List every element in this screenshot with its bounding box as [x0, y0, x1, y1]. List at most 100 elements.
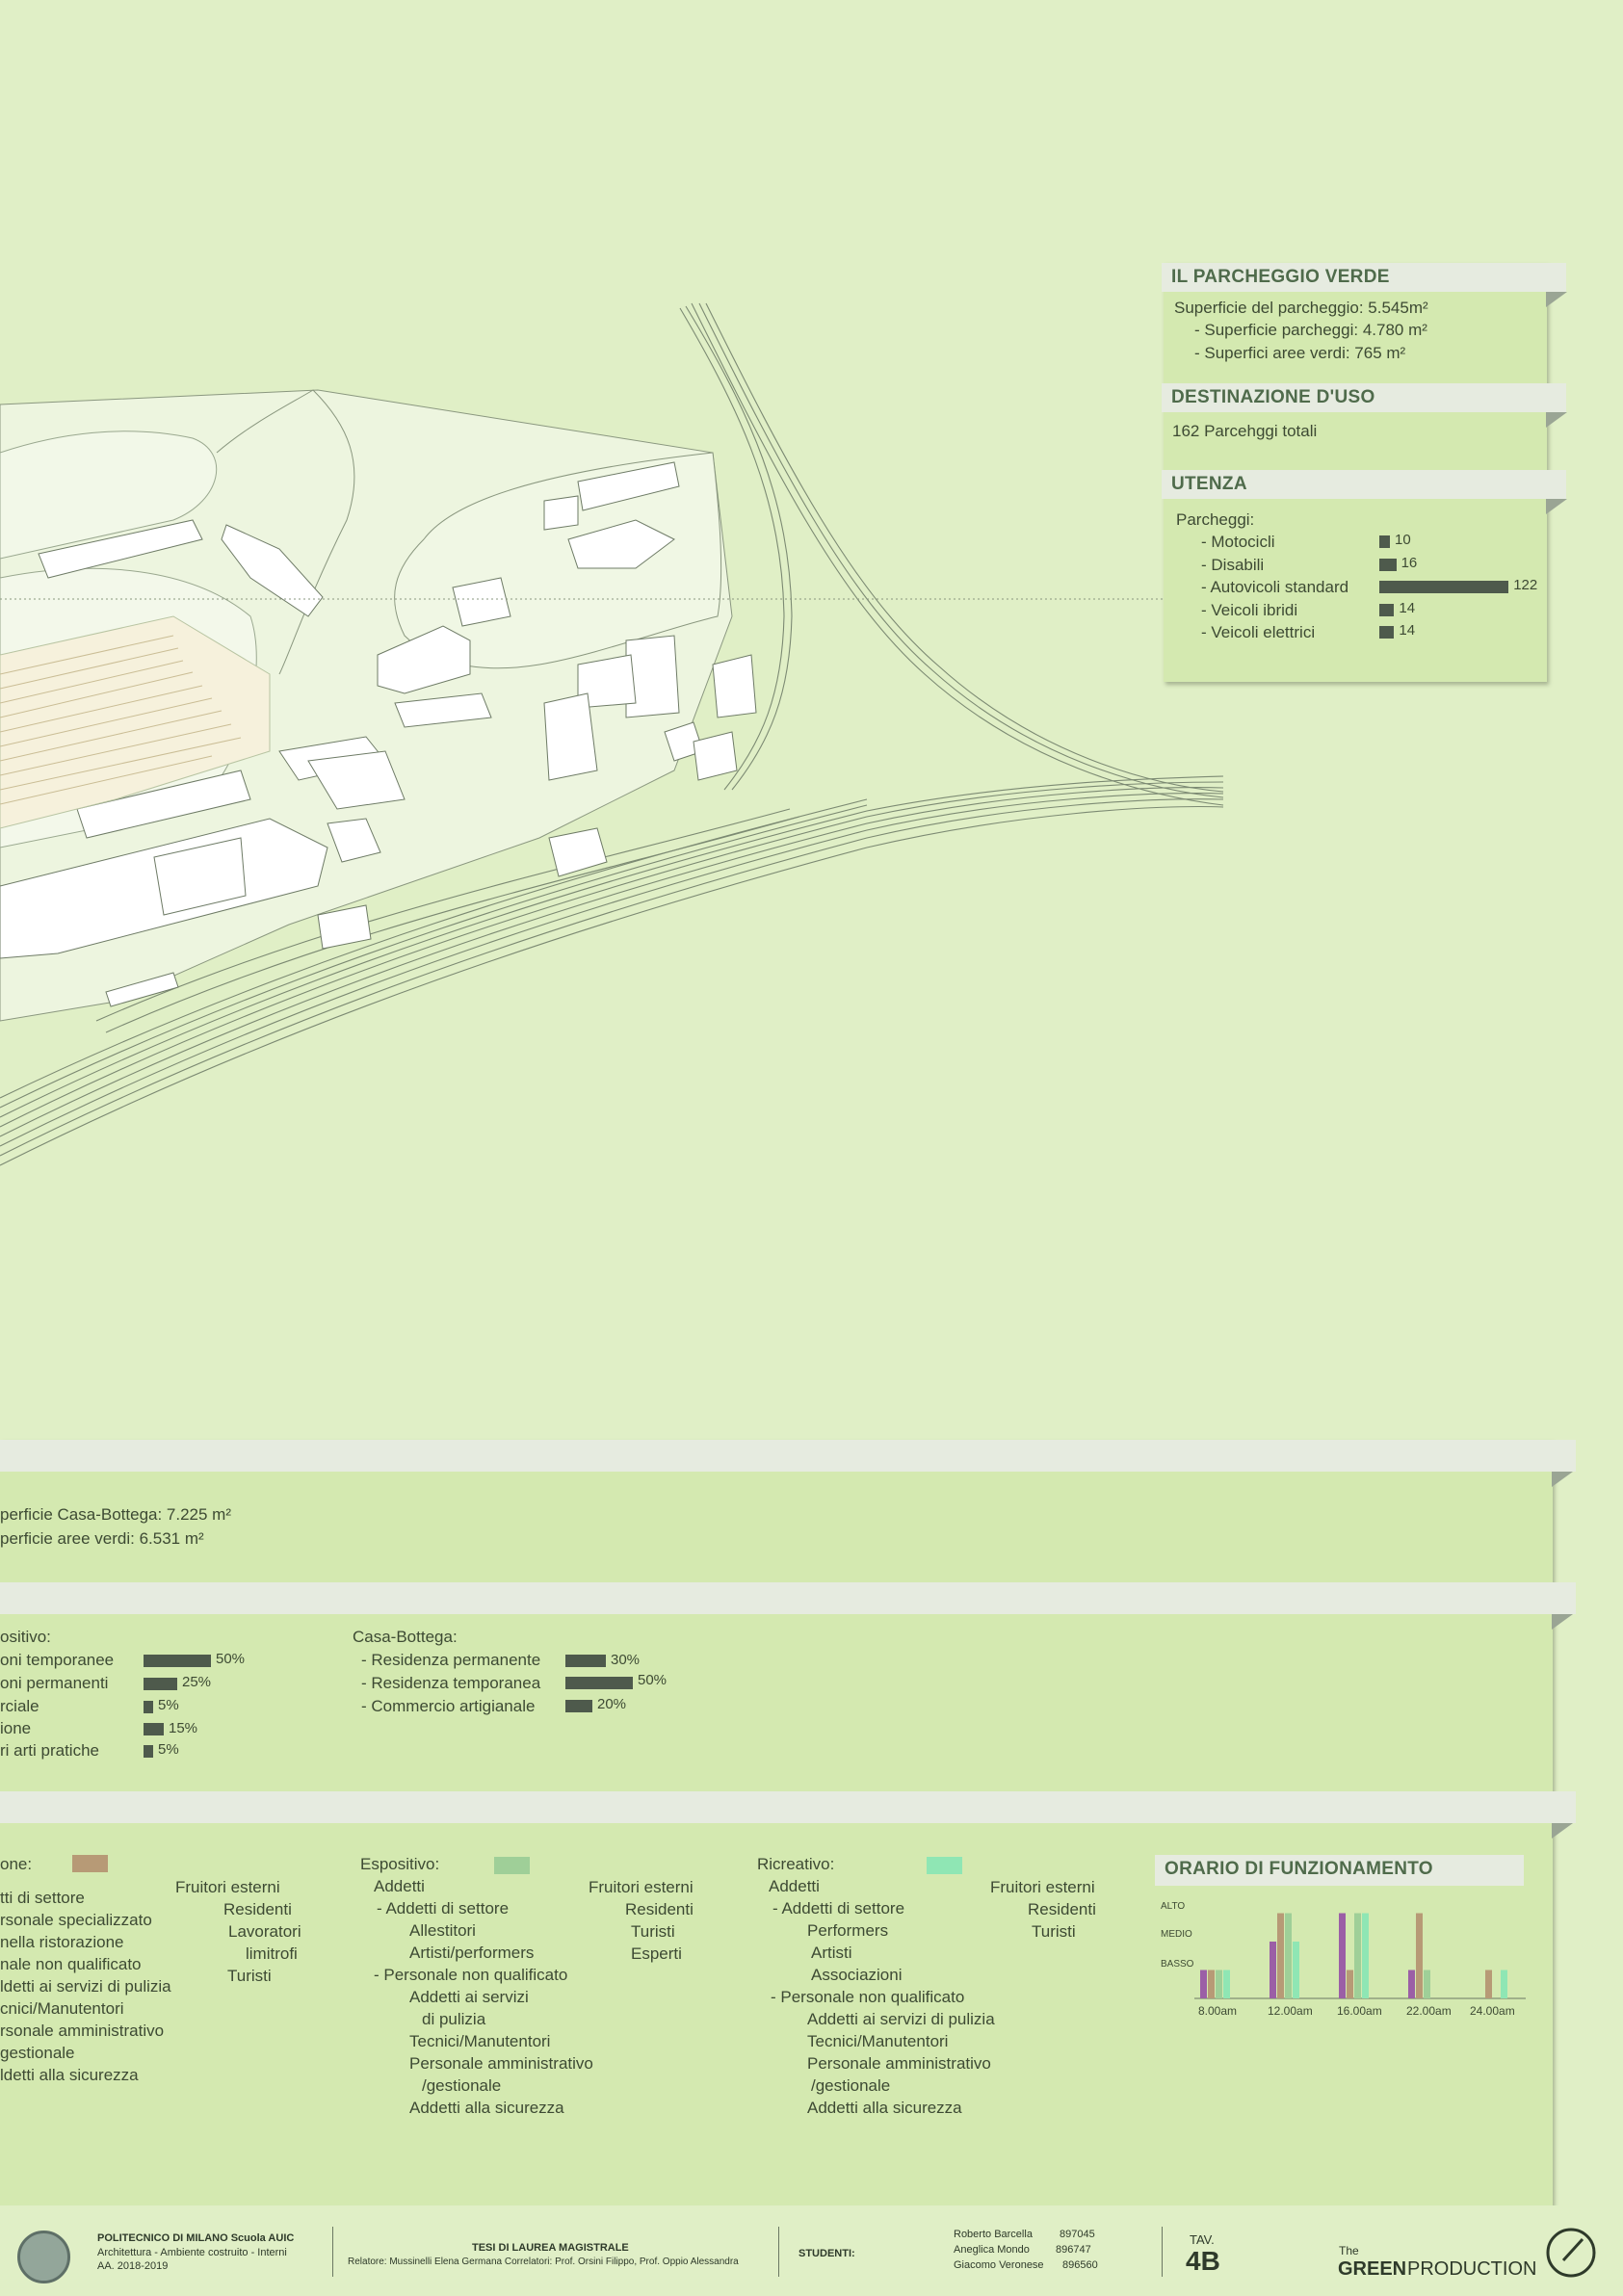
chart-bar [1347, 1970, 1353, 1998]
orario-level-alto: ALTO [1161, 1901, 1186, 1912]
cb-bar [565, 1700, 592, 1712]
utenza-bar [1379, 626, 1395, 639]
list-item: Addetti ai servizi di pulizia [807, 2010, 995, 2028]
chart-bar [1485, 1970, 1492, 1998]
utenza-value: 14 [1399, 622, 1416, 639]
orario-chart: 8.00am 12.00am 16.00am 22.00am 24.00am [1194, 1913, 1526, 2016]
chart-bar [1293, 1942, 1299, 1998]
espositivo-item-label: ione [0, 1719, 32, 1737]
list-item: Personale amministrativo [409, 2054, 593, 2073]
list-item: Residenti [1028, 1900, 1096, 1918]
casa-sup2: perficie aree verdi: 6.531 m² [0, 1529, 204, 1548]
chart-bar [1362, 1913, 1369, 1998]
destinazione-title: DESTINAZIONE D'USO [1162, 383, 1566, 412]
list-item: nale non qualificato [0, 1955, 142, 1973]
utenza-value: 10 [1395, 532, 1411, 548]
footer-uni: POLITECNICO DI MILANO Scuola AUIC [97, 2232, 295, 2244]
list-item: /gestionale [422, 2076, 502, 2095]
col1-ext: Fruitori esterni Residenti Lavoratori li… [175, 1876, 301, 1987]
list-item: Associazioni [811, 1966, 903, 1984]
header-fold-icon [1552, 1472, 1573, 1487]
col2-color-swatch [494, 1857, 530, 1874]
espositivo-value: 50% [216, 1651, 246, 1667]
brand-logo-icon [1546, 2228, 1596, 2278]
list-item: Performers [807, 1921, 889, 1940]
header-fold-icon [1552, 1823, 1573, 1839]
chart-bar [1501, 1970, 1507, 1998]
col1-title: one: [0, 1855, 33, 1873]
espositivo-bar [144, 1701, 153, 1713]
cb-value: 50% [638, 1672, 668, 1688]
chart-bar [1216, 1970, 1222, 1998]
student-id: 897045 [1060, 2229, 1095, 2240]
list-item: Addetti [374, 1877, 425, 1895]
chart-bar [1223, 1970, 1230, 1998]
footer-divider [332, 2227, 333, 2277]
brand-production: PRODUCTION [1407, 2258, 1537, 2280]
student-name: Aneglica Mondo [954, 2244, 1030, 2256]
casa-band-mid [0, 1582, 1576, 1614]
col2-title: Espositivo: [360, 1855, 440, 1873]
utenza-value: 122 [1513, 577, 1538, 593]
header-fold-icon [1546, 412, 1567, 428]
footer-divider [1162, 2227, 1163, 2277]
parcheggio-superficie: Superficie del parcheggio: 5.545m² [1174, 299, 1428, 317]
parcheggio-title: IL PARCHEGGIO VERDE [1162, 263, 1566, 292]
col3-color-swatch [927, 1857, 962, 1874]
list-item: rsonale specializzato [0, 1911, 152, 1929]
list-item: - Personale non qualificato [374, 1966, 568, 1984]
list-item: Residenti [625, 1900, 694, 1918]
chart-bar [1408, 1970, 1415, 1998]
list-item: Residenti [223, 1900, 292, 1918]
list-item: limitrofi [246, 1944, 298, 1963]
list-item: rsonale amministrativo [0, 2022, 165, 2040]
list-item: cnici/Manutentori [0, 1999, 124, 2018]
utenza-item-label: - Autovicoli standard [1201, 578, 1349, 596]
list-item: - Addetti di settore [377, 1899, 510, 1918]
espositivo-label: ositivo: [0, 1628, 51, 1646]
list-item: - Addetti di settore [772, 1899, 905, 1918]
orario-level-medio: MEDIO [1161, 1929, 1192, 1940]
chart-bar [1354, 1913, 1361, 1998]
list-item: Artisti/performers [409, 1944, 535, 1962]
utenza-title: UTENZA [1162, 470, 1566, 499]
list-item: Fruitori esterni [990, 1878, 1095, 1896]
footer-studenti: STUDENTI: [798, 2248, 855, 2259]
list-item: tti di settore [0, 1889, 85, 1907]
list-item: Artisti [811, 1944, 852, 1962]
list-item: Personale amministrativo [807, 2054, 991, 2073]
chart-tick-label: 24.00am [1470, 2004, 1515, 2016]
col3-ext: Fruitori esterni Residenti Turisti [990, 1876, 1096, 1943]
header-fold-icon [1552, 1614, 1573, 1630]
list-item: Fruitori esterni [589, 1878, 694, 1896]
utenza-item-label: - Veicoli elettrici [1201, 623, 1316, 641]
col1-color-swatch [72, 1855, 108, 1872]
header-fold-icon [1546, 292, 1567, 307]
col3-lines: Addetti - Addetti di settore Performers … [769, 1875, 995, 2119]
list-item: Turisti [631, 1922, 675, 1941]
utenza-value: 16 [1400, 555, 1418, 571]
student-name: Roberto Barcella [954, 2229, 1033, 2240]
student-name: Giacomo Veronese [954, 2259, 1044, 2271]
chart-bar [1424, 1970, 1430, 1998]
list-item: Turisti [227, 1967, 272, 1985]
list-item: Addetti alla sicurezza [807, 2099, 962, 2117]
casa-band-top [0, 1440, 1576, 1472]
list-item: Lavoratori [228, 1922, 301, 1941]
cb-item-label: - Residenza permanente [361, 1651, 541, 1669]
chart-bar [1270, 1942, 1276, 1998]
cb-bar [565, 1655, 606, 1667]
destinazione-text: 162 Parcehggi totali [1172, 422, 1318, 440]
espositivo-bar [144, 1723, 164, 1735]
orario-level-basso: BASSO [1161, 1959, 1194, 1970]
espositivo-item-label: rciale [0, 1697, 39, 1715]
footer-year: AA. 2018-2019 [97, 2260, 169, 2272]
col2-ext: Fruitori esterni Residenti Turisti Esper… [589, 1876, 694, 1965]
chart-tick-label: 12.00am [1268, 2004, 1313, 2016]
list-item: - Personale non qualificato [771, 1988, 965, 2006]
cb-item-label: - Commercio artigianale [361, 1697, 536, 1715]
footer-relatore: Relatore: Mussinelli Elena Germana Corre… [348, 2257, 739, 2267]
footer-course: Architettura - Ambiente costruito - Inte… [97, 2247, 287, 2258]
list-item: Turisti [1032, 1922, 1076, 1941]
cb-value: 30% [611, 1652, 641, 1668]
